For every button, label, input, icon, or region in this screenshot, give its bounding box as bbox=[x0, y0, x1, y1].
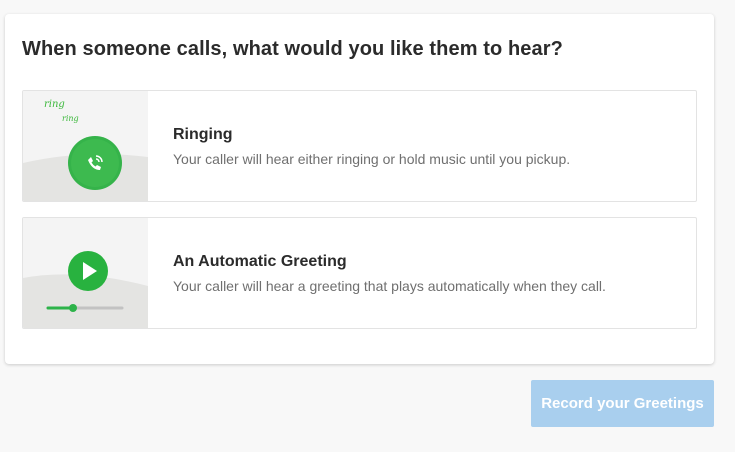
play-icon bbox=[68, 251, 108, 291]
question-heading: When someone calls, what would you like … bbox=[22, 38, 563, 60]
call-greeting-card: When someone calls, what would you like … bbox=[5, 14, 714, 364]
option-title: Ringing bbox=[173, 126, 233, 143]
phone-ringing-icon bbox=[88, 155, 103, 170]
audio-progress-handle bbox=[69, 304, 77, 312]
option-title: An Automatic Greeting bbox=[173, 253, 347, 270]
ring-text: ring bbox=[44, 99, 65, 110]
option-description: Your caller will hear a greeting that pl… bbox=[173, 278, 606, 294]
ring-text: ring bbox=[62, 114, 79, 123]
record-greetings-button[interactable]: Record your Greetings bbox=[531, 380, 714, 427]
greeting-thumbnail bbox=[23, 218, 148, 328]
option-description: Your caller will hear either ringing or … bbox=[173, 151, 571, 167]
option-ringing[interactable]: ring ring Ringing Your caller will hear … bbox=[22, 90, 697, 202]
option-automatic-greeting[interactable]: An Automatic Greeting Your caller will h… bbox=[22, 217, 697, 329]
ringing-thumbnail: ring ring bbox=[23, 91, 148, 201]
